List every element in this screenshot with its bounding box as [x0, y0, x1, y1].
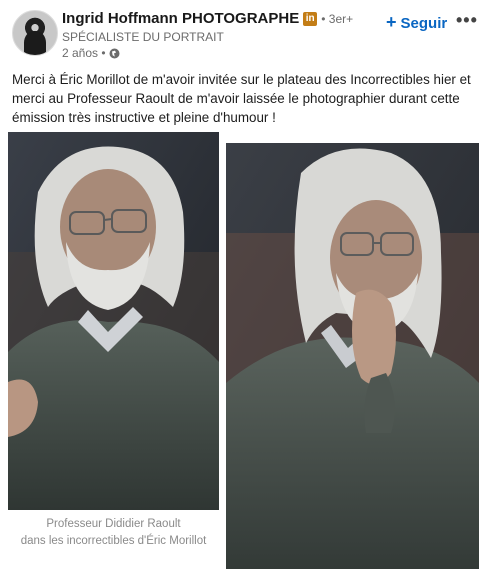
follow-label: Seguir: [400, 15, 448, 32]
author-name-row: Ingrid Hoffmann PHOTOGRAPHE in • 3er+: [62, 10, 353, 27]
portrait-photo-right[interactable]: [226, 143, 479, 569]
author-name[interactable]: Ingrid Hoffmann PHOTOGRAPHE: [62, 10, 299, 27]
author-avatar[interactable]: [12, 10, 58, 56]
portrait-right-illustration: [226, 143, 479, 569]
post-header: Ingrid Hoffmann PHOTOGRAPHE in • 3er+ SP…: [0, 0, 481, 64]
author-headline: SPÉCIALISTE DU PORTRAIT: [62, 30, 224, 44]
portrait-left-illustration: [8, 132, 219, 510]
post-meta: 2 años •: [62, 46, 120, 60]
connection-degree: • 3er+: [321, 11, 354, 26]
caption-line-1: Professeur Dididier Raoult: [46, 518, 181, 530]
follow-button[interactable]: + Seguir: [386, 12, 447, 33]
linkedin-premium-badge-icon: in: [303, 11, 318, 26]
plus-icon: +: [386, 12, 397, 32]
photo-caption: Professeur Dididier Raoult dans les inco…: [8, 516, 219, 550]
portrait-photo-left[interactable]: [8, 132, 219, 510]
globe-icon: [109, 48, 120, 59]
post-text: Merci à Éric Morillot de m'avoir invitée…: [12, 72, 471, 125]
caption-line-2: dans les incorrectibles d'Éric Morillot: [20, 535, 207, 547]
more-options-icon[interactable]: •••: [456, 10, 478, 31]
post-time: 2 años •: [62, 46, 106, 60]
